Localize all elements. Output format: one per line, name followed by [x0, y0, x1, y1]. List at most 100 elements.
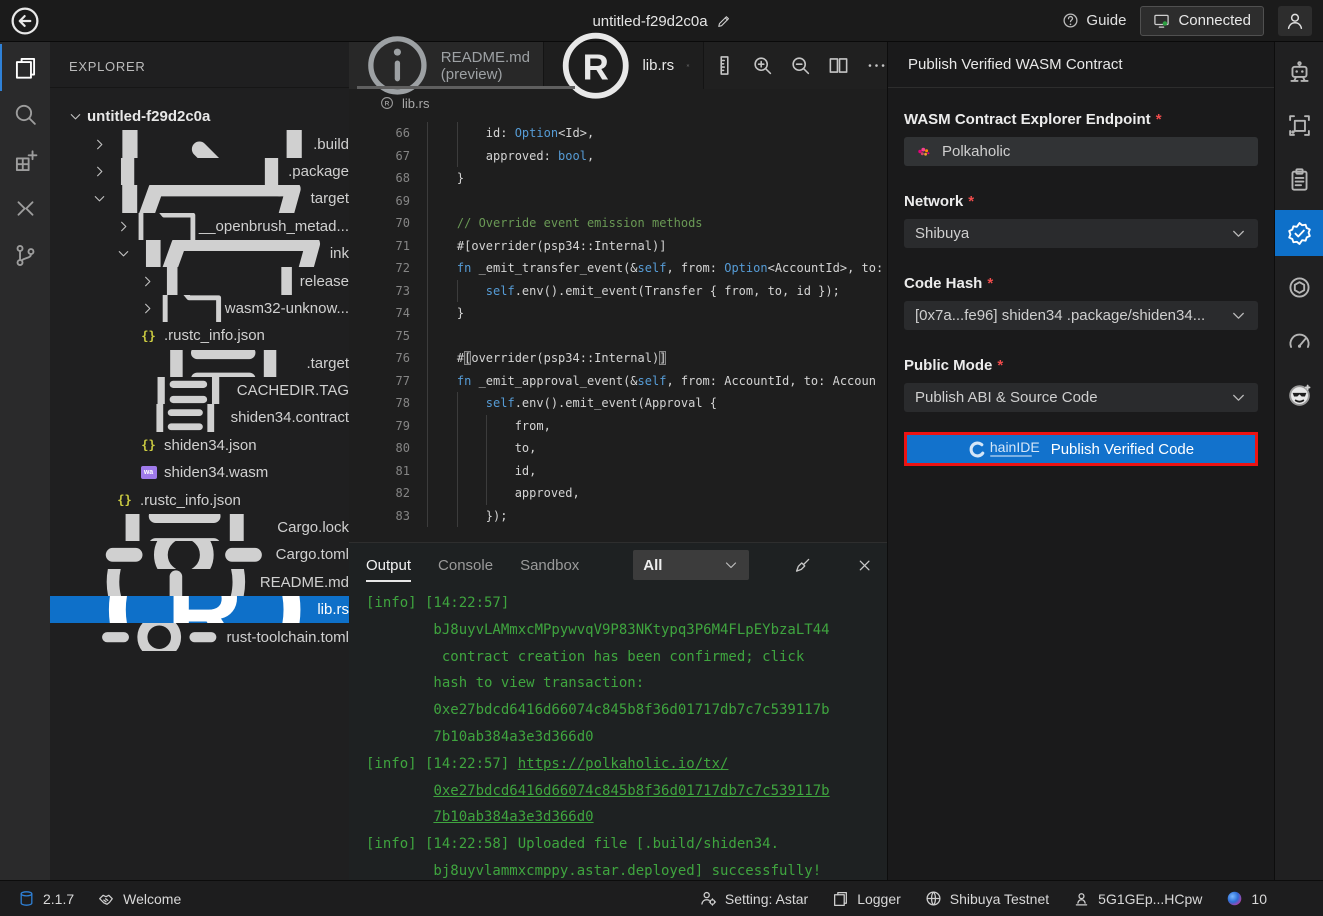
log-link[interactable]: 7b10ab384a3e3d366d0: [433, 809, 593, 825]
activity-scan[interactable]: [1275, 98, 1323, 152]
status-logger[interactable]: Logger: [832, 890, 901, 907]
gauge-icon: [1287, 329, 1312, 354]
tab-readme-md-preview[interactable]: README.md (preview): [349, 42, 544, 89]
status-network[interactable]: Shibuya Testnet: [925, 890, 1049, 907]
status-account[interactable]: 5G1GEp...HCpw: [1073, 890, 1202, 907]
tab-lib-rs[interactable]: Rlib.rs: [544, 42, 704, 89]
line-number: 69: [349, 190, 410, 213]
code-line-69: 69: [349, 190, 887, 213]
code-editor[interactable]: 66 id: Option<Id>, 67 approved: bool, 68…: [349, 117, 887, 542]
folder-icon: [159, 267, 300, 294]
activity-git-branch[interactable]: [0, 232, 50, 279]
question-icon: [1062, 12, 1079, 29]
tree-item-shiden34-wasm[interactable]: washiden34.wasm: [50, 459, 349, 486]
tree-item-cargo-lock[interactable]: Cargo.lock: [50, 514, 349, 541]
output-tab-sandbox[interactable]: Sandbox: [520, 543, 579, 587]
guide-label: Guide: [1086, 12, 1126, 29]
activity-files[interactable]: [0, 44, 50, 91]
rename-pencil-icon[interactable]: [716, 14, 731, 29]
log-link[interactable]: 0xe27bdcd6416d66074c845b8f36d01717db7c7c…: [433, 783, 829, 799]
activity-gauge[interactable]: [1275, 314, 1323, 368]
folder-open-icon: [135, 240, 330, 267]
close-panel-icon[interactable]: [856, 556, 873, 575]
user-gear-icon: [700, 890, 717, 907]
tree-item-shiden34-contract[interactable]: shiden34.contract: [50, 404, 349, 431]
log-filter-value: All: [643, 557, 662, 574]
output-tab-console[interactable]: Console: [438, 543, 493, 587]
tree-item-cargo-toml[interactable]: Cargo.toml: [50, 541, 349, 568]
code-line-70: 70 // Override event emission methods: [349, 212, 887, 235]
line-number: 81: [349, 460, 410, 483]
explorer-endpoint-field[interactable]: Polkaholic: [904, 137, 1258, 166]
tree-item-rustc-info-json[interactable]: {}.rustc_info.json: [50, 486, 349, 513]
zoom-out-icon[interactable]: [790, 55, 811, 76]
activity-collapse[interactable]: [0, 185, 50, 232]
close-tab-icon[interactable]: [686, 58, 690, 73]
publish-verified-code-button[interactable]: hainIDE Publish Verified Code: [907, 435, 1255, 463]
tree-item-lib-rs[interactable]: Rlib.rs: [50, 596, 349, 623]
tree-item-rust-toolchain-toml[interactable]: rust-toolchain.toml: [50, 623, 349, 650]
tree-item-untitled-f29d2c0a[interactable]: untitled-f29d2c0a: [50, 103, 349, 130]
tab-scrollbar[interactable]: [357, 86, 575, 89]
status-version[interactable]: 2.1.7: [18, 890, 74, 907]
chevron-right-icon: [140, 274, 155, 289]
tree-item-target[interactable]: .target: [50, 350, 349, 377]
activity-robot[interactable]: [1275, 44, 1323, 98]
rust-icon: R: [557, 27, 634, 104]
output-tab-output[interactable]: Output: [366, 543, 411, 587]
public-mode-value: Publish ABI & Source Code: [915, 389, 1098, 406]
tree-item-wasm32-unknow[interactable]: wasm32-unknow...: [50, 295, 349, 322]
tree-item-release[interactable]: release: [50, 267, 349, 294]
code-line-71: 71 #[overrider(psp34::Internal)]: [349, 235, 887, 258]
editor-area: README.md (preview) Rlib.rs R lib.rs 66 …: [349, 42, 887, 880]
verified-icon: [1287, 221, 1312, 246]
tree-item-target[interactable]: target: [50, 185, 349, 212]
connected-label: Connected: [1178, 12, 1251, 29]
file-tree: untitled-f29d2c0a .build .package target…: [50, 88, 349, 651]
clear-log-icon[interactable]: [794, 556, 811, 575]
network-select[interactable]: Shibuya: [904, 219, 1258, 248]
openai-icon: [1287, 275, 1312, 300]
code-hash-select[interactable]: [0x7a...fe96] shiden34 .package/shiden34…: [904, 301, 1258, 330]
chevron-down-icon: [92, 191, 107, 206]
status-welcome[interactable]: Welcome: [98, 890, 181, 907]
code-line-67: 67 approved: bool,: [349, 145, 887, 168]
monitor-icon: [1153, 12, 1170, 29]
explorer-header: EXPLORER: [50, 42, 349, 88]
tree-item-cachedir-tag[interactable]: CACHEDIR.TAG: [50, 377, 349, 404]
guide-button[interactable]: Guide: [1062, 12, 1126, 29]
connected-button[interactable]: Connected: [1140, 6, 1264, 36]
tree-item-openbrush-metad[interactable]: __openbrush_metad...: [50, 213, 349, 240]
public-mode-select[interactable]: Publish ABI & Source Code: [904, 383, 1258, 412]
ruler-icon[interactable]: [714, 55, 735, 76]
activity-openai[interactable]: [1275, 260, 1323, 314]
status-setting[interactable]: Setting: Astar: [700, 890, 808, 907]
activity-clipboard[interactable]: [1275, 152, 1323, 206]
code-line-81: 81 id,: [349, 460, 887, 483]
back-button[interactable]: [10, 6, 40, 36]
activity-verified[interactable]: [1275, 210, 1323, 256]
more-icon[interactable]: [866, 55, 887, 76]
activity-search[interactable]: [0, 91, 50, 138]
code-hash-label: Code Hash*: [904, 275, 1258, 292]
svg-text:R: R: [583, 46, 609, 87]
split-icon[interactable]: [828, 55, 849, 76]
status-balance[interactable]: 10: [1226, 890, 1267, 907]
log-link[interactable]: https://polkaholic.io/tx/: [518, 756, 729, 772]
code-line-80: 80 to,: [349, 437, 887, 460]
log-filter-select[interactable]: All: [633, 550, 748, 580]
zoom-in-icon[interactable]: [752, 55, 773, 76]
tree-item-rustc-info-json[interactable]: {}.rustc_info.json: [50, 322, 349, 349]
tree-item-readme-md[interactable]: README.md: [50, 569, 349, 596]
line-number: 74: [349, 302, 410, 325]
tree-item-package[interactable]: .package: [50, 158, 349, 185]
tree-item-build[interactable]: .build: [50, 130, 349, 157]
tree-item-ink[interactable]: ink: [50, 240, 349, 267]
tree-item-shiden34-json[interactable]: {}shiden34.json: [50, 432, 349, 459]
line-number: 75: [349, 325, 410, 348]
code-line-76: 76 #[overrider(psp34::Internal)]: [349, 347, 887, 370]
tree-item-label: .target: [306, 355, 349, 372]
activity-cool-emoji[interactable]: [1275, 368, 1323, 422]
activity-plugin[interactable]: [0, 138, 50, 185]
account-button[interactable]: [1278, 6, 1312, 36]
